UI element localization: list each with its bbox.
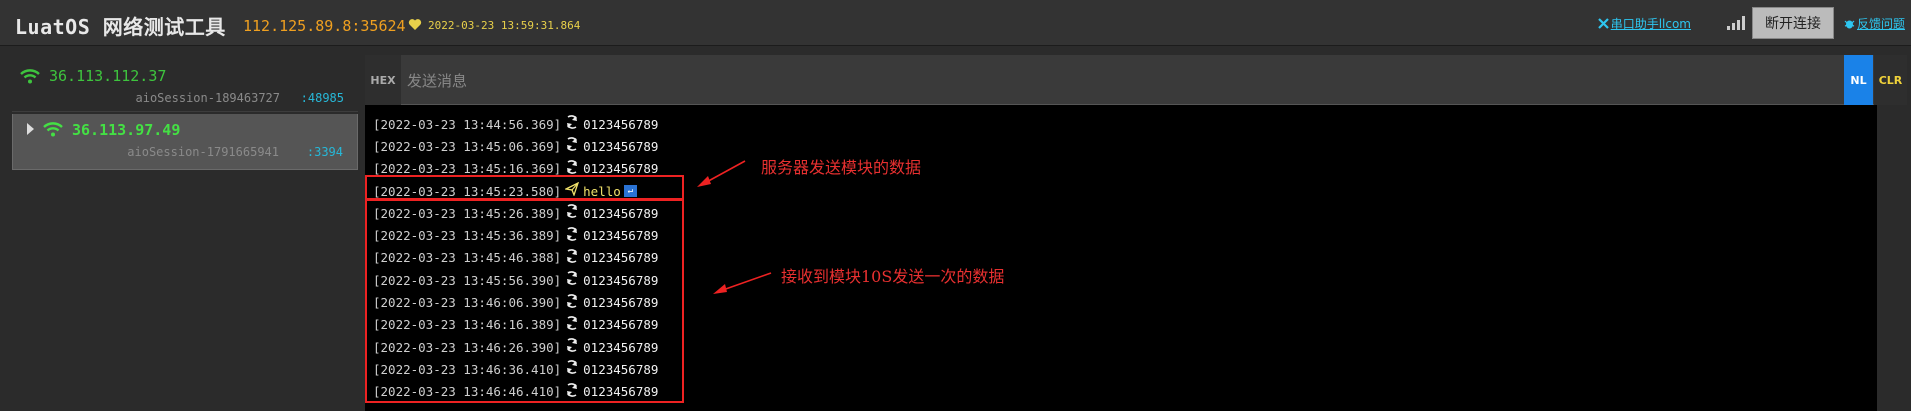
heart-icon <box>408 19 422 30</box>
caret-right-icon <box>27 123 34 135</box>
session-list: 36.113.112.37 aioSession-189463727 :4898… <box>12 60 358 170</box>
feedback-label: 反馈问题 <box>1856 17 1905 31</box>
header-bar: LuatOS 网络测试工具 112.125.89.8:35624 2022-03… <box>0 0 1911 46</box>
annotation-module-recv: 接收到模块10S发送一次的数据 <box>781 267 1005 286</box>
log-line: [2022-03-23 13:45:06.369] 0123456789 <box>373 135 1873 157</box>
session-port: :3394 <box>306 145 343 159</box>
log-timestamp: [2022-03-23 13:45:16.369] <box>373 161 562 177</box>
arrow-to-sent-icon <box>697 160 746 187</box>
hex-toggle[interactable]: HEX <box>365 55 401 105</box>
log-message: 0123456789 <box>583 138 659 154</box>
log-timestamp: [2022-03-23 13:44:56.369] <box>373 116 562 132</box>
newline-toggle[interactable]: NL <box>1844 55 1873 105</box>
session-item-selected[interactable]: 36.113.97.49 aioSession-1791665941 :3394 <box>12 114 358 170</box>
serial-assistant-link[interactable]: 串口助手llcom <box>1597 15 1691 32</box>
send-message-input[interactable] <box>405 55 1789 106</box>
wifi-icon <box>20 69 40 84</box>
arrow-to-received-icon <box>713 272 772 294</box>
session-ip: 36.113.112.37 <box>49 67 167 85</box>
annotation-server-send: 服务器发送模块的数据 <box>761 158 922 177</box>
wifi-icon <box>43 122 63 137</box>
server-address: 112.125.89.8:35624 <box>243 17 406 35</box>
session-port: :48985 <box>300 91 344 105</box>
bug-icon <box>1844 20 1855 29</box>
receive-icon <box>565 115 579 130</box>
log-message: 0123456789 <box>583 116 659 132</box>
session-id: aioSession-1791665941 <box>127 145 279 159</box>
receive-icon <box>565 159 579 174</box>
clear-button[interactable]: CLR <box>1874 55 1907 105</box>
session-item[interactable]: 36.113.112.37 aioSession-189463727 :4898… <box>12 60 358 112</box>
serial-assistant-label: 串口助手llcom <box>1610 17 1691 31</box>
signal-strength-icon <box>1727 16 1745 30</box>
receive-icon <box>565 137 579 152</box>
received-messages-highlight <box>365 199 684 403</box>
session-ip: 36.113.97.49 <box>72 121 181 139</box>
sent-message-highlight <box>365 175 684 200</box>
server-time: 2022-03-23 13:59:31.864 <box>428 19 581 32</box>
session-id: aioSession-189463727 <box>135 91 281 105</box>
feedback-link[interactable]: 反馈问题 <box>1844 15 1905 32</box>
input-bar: HEX NL CLR <box>365 55 1907 106</box>
tools-icon <box>1597 18 1609 29</box>
app-title: LuatOS 网络测试工具 <box>15 15 226 39</box>
log-line: [2022-03-23 13:44:56.369] 0123456789 <box>373 113 1873 135</box>
log-message: 0123456789 <box>583 161 659 177</box>
disconnect-button[interactable]: 断开连接 <box>1752 7 1834 39</box>
log-timestamp: [2022-03-23 13:45:06.369] <box>373 138 562 154</box>
